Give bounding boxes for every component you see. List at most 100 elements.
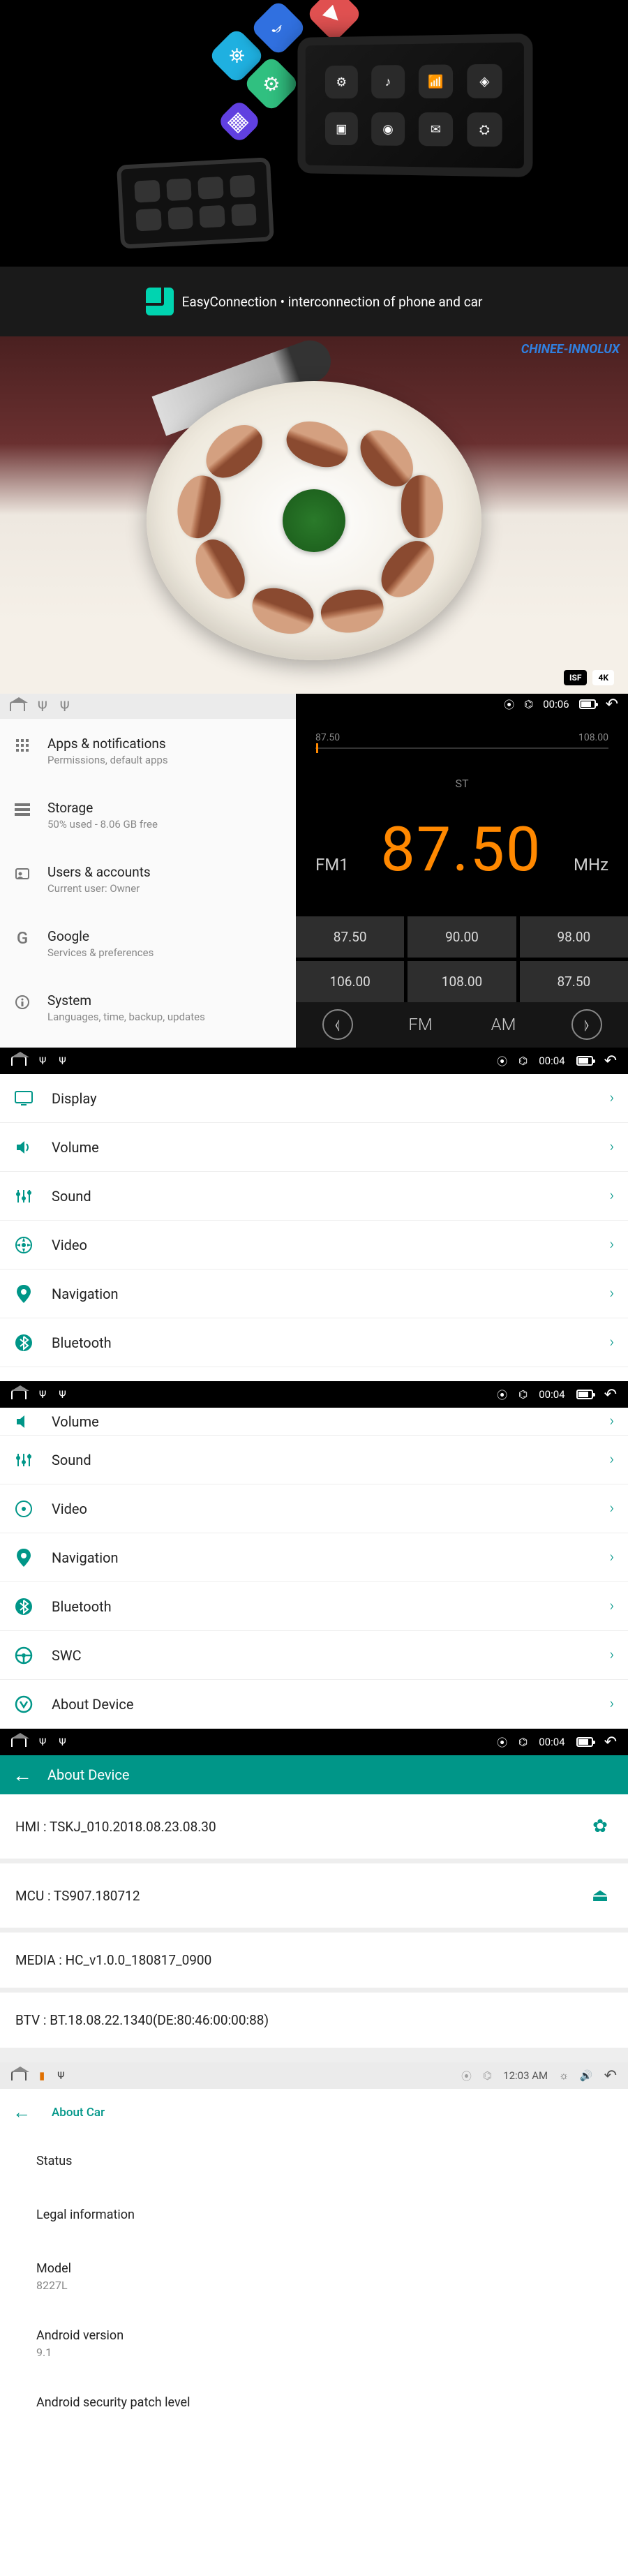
back-arrow-icon[interactable]: ← [13, 2101, 31, 2123]
menu-item-sound[interactable]: Sound› [0, 1436, 628, 1484]
menu-item-sound[interactable]: Sound› [0, 1172, 628, 1221]
back-icon[interactable]: ↶ [604, 1386, 617, 1404]
settings-item-system[interactable]: SystemLanguages, time, backup, updates [0, 976, 296, 1040]
settings-item-storage[interactable]: Storage50% used - 8.06 GB free [0, 783, 296, 847]
gear-icon[interactable]: ✿ [588, 1814, 613, 1839]
info-icon [14, 994, 31, 1011]
video-icon [14, 1499, 33, 1519]
about-row-hmi[interactable]: HMI : TSKJ_010.2018.08.23.08.30✿ [0, 1794, 628, 1859]
settings-item-google[interactable]: G GoogleServices & preferences [0, 911, 296, 976]
easyconnection-label: EasyConnection • interconnection of phon… [182, 294, 483, 310]
bluetooth-icon [14, 1333, 33, 1353]
back-icon[interactable]: ↶ [604, 2067, 617, 2085]
bluetooth-icon: ⌬ [518, 1736, 528, 1748]
menu-item-navigation[interactable]: Navigation› [0, 1533, 628, 1582]
hero-image: ⛯ ♪ ⚙ ▶ ▦ ⚙♪📶◈ ▣◉✉⛭ [0, 0, 628, 267]
about-car-screen: ▮ Ψ ⦿ ⌬ 12:03 AM ☼ 🔊 ↶ ← About Car Statu… [0, 2062, 628, 2431]
menu-item-about[interactable]: About Device› [0, 1680, 628, 1729]
fm-button[interactable]: FM [379, 1002, 462, 1048]
about-row-btv[interactable]: BTV : BT.18.08.22.1340(DE:80:46:00:00:88… [0, 1993, 628, 2048]
status-bar: ▮ Ψ ⦿ ⌬ 12:03 AM ☼ 🔊 ↶ [0, 2062, 628, 2089]
about-car-title: About Car [52, 2106, 105, 2120]
am-button[interactable]: AM [462, 1002, 545, 1048]
clock: 00:04 [539, 1388, 565, 1401]
home-icon[interactable] [10, 701, 25, 711]
sound-icon [14, 1186, 33, 1206]
bluetooth-icon [14, 1597, 33, 1616]
eject-icon[interactable]: ⏏ [588, 1883, 613, 1908]
user-icon [14, 865, 31, 882]
bluetooth-icon: ⌬ [483, 2069, 492, 2082]
preset-button[interactable]: 106.00 [296, 961, 404, 1002]
home-icon[interactable] [11, 1390, 27, 1399]
parsley-graphic [283, 489, 345, 552]
preset-button[interactable]: 87.50 [520, 961, 628, 1002]
home-icon[interactable] [11, 2071, 27, 2080]
preset-button[interactable]: 108.00 [408, 961, 516, 1002]
about-row-mcu[interactable]: MCU : TS907.180712⏏ [0, 1863, 628, 1928]
float-icon: ▦ [216, 98, 262, 144]
volume-icon [14, 1412, 33, 1431]
back-icon[interactable]: ↶ [606, 696, 618, 713]
volume-icon[interactable]: 🔊 [580, 2069, 593, 2082]
car-row-legal[interactable]: Legal information [0, 2189, 628, 2243]
car-row-patch[interactable]: Android security patch level [0, 2377, 628, 2431]
chevron-right-icon: › [609, 1413, 614, 1430]
settings-item-apps[interactable]: Apps & notificationsPermissions, default… [0, 719, 296, 783]
menu-item-swc[interactable]: SWC› [0, 1631, 628, 1680]
easyconnection-icon [146, 288, 174, 315]
easyconnection-bar: EasyConnection • interconnection of phon… [0, 267, 628, 336]
back-icon[interactable]: ↶ [604, 1052, 617, 1070]
about-header: ← About Device [0, 1755, 628, 1794]
menu-item-volume-partial[interactable]: Volume› [0, 1408, 628, 1436]
seek-prev-button[interactable]: ⦉ [296, 1002, 379, 1048]
home-icon[interactable] [11, 1737, 27, 1747]
status-bar: ΨΨ ⦿⌬00:04↶ [0, 1381, 628, 1408]
radio-stereo-indicator: ST [315, 777, 608, 790]
chevron-right-icon: › [609, 1598, 614, 1615]
bluetooth-icon: ⌬ [524, 698, 533, 710]
preset-button[interactable]: 87.50 [296, 916, 404, 958]
about-car-header: ← About Car [0, 2089, 628, 2136]
apps-icon [14, 737, 31, 754]
menu-item-volume[interactable]: Volume› [0, 1123, 628, 1172]
preset-button[interactable]: 90.00 [408, 916, 516, 958]
back-arrow-icon[interactable]: ← [13, 1764, 32, 1787]
radio-tuner-line[interactable] [315, 747, 608, 749]
radio-band[interactable]: FM1 [315, 855, 349, 874]
seek-next-button[interactable]: ⦊ [545, 1002, 628, 1048]
menu-item-video[interactable]: Video› [0, 1221, 628, 1270]
chevron-right-icon: › [609, 1549, 614, 1566]
video-badges: ISF 4K [564, 670, 614, 685]
brightness-icon[interactable]: ☼ [559, 2069, 569, 2082]
navigation-icon [14, 1284, 33, 1304]
settings-item-users[interactable]: Users & accountsCurrent user: Owner [0, 847, 296, 911]
preset-button[interactable]: 98.00 [520, 916, 628, 958]
back-icon[interactable]: ↶ [604, 1734, 617, 1751]
chevron-right-icon: › [609, 1451, 614, 1468]
about-icon [14, 1695, 33, 1714]
home-icon[interactable] [11, 1056, 27, 1066]
clock: 00:06 [543, 698, 569, 710]
chevron-right-icon: › [609, 1236, 614, 1253]
menu-item-bluetooth[interactable]: Bluetooth› [0, 1318, 628, 1367]
android-settings-panel: Ψ Ψ Apps & notificationsPermissions, def… [0, 694, 296, 1048]
car-row-status[interactable]: Status [0, 2136, 628, 2189]
settings-menu-2: ΨΨ ⦿⌬00:04↶ Volume› Sound› Video› Naviga… [0, 1381, 628, 1729]
menu-item-video[interactable]: Video› [0, 1484, 628, 1533]
usb-icon: Ψ [38, 698, 47, 715]
clock: 00:04 [539, 1736, 565, 1748]
status-bar: ⦿ ⌬ 00:06 ↶ [296, 694, 628, 715]
menu-item-bluetooth[interactable]: Bluetooth› [0, 1582, 628, 1631]
google-icon: G [14, 930, 31, 946]
car-row-model[interactable]: Model8227L [0, 2243, 628, 2310]
status-bar: ΨΨ ⦿⌬00:04↶ [0, 1048, 628, 1074]
video-thumbnail[interactable]: CHINEE-INNOLUX ISF 4K [0, 336, 628, 694]
menu-item-navigation[interactable]: Navigation› [0, 1270, 628, 1318]
car-row-android[interactable]: Android version9.1 [0, 2310, 628, 2377]
chevron-right-icon: › [609, 1646, 614, 1664]
menu-item-display[interactable]: Display› [0, 1074, 628, 1123]
usb-icon: Ψ [39, 1736, 46, 1748]
bluetooth-icon: ⌬ [518, 1388, 528, 1401]
about-row-media[interactable]: MEDIA : HC_v1.0.0_180817_0900 [0, 1933, 628, 1988]
